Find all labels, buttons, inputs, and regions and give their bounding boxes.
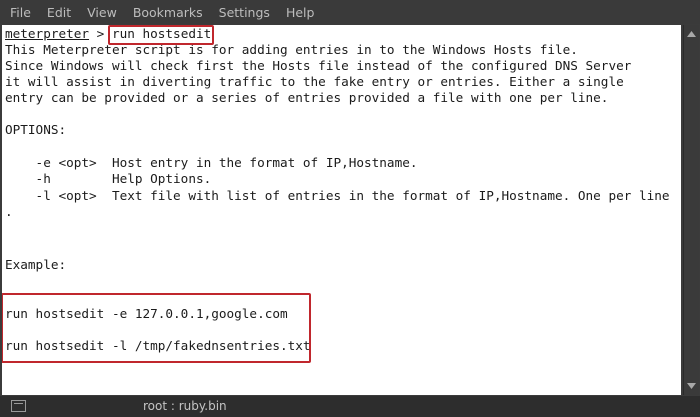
meterpreter-prompt: meterpreter	[5, 26, 90, 41]
session-tab-title[interactable]: root : ruby.bin	[143, 399, 227, 413]
command-highlight-box	[108, 25, 214, 45]
menu-bookmarks[interactable]: Bookmarks	[125, 5, 211, 20]
output-line: This Meterpreter script is for adding en…	[5, 42, 578, 57]
menu-view[interactable]: View	[79, 5, 125, 20]
terminal-output[interactable]: meterpreter > run hostsedit This Meterpr…	[2, 25, 681, 395]
example-highlight-box	[2, 293, 311, 363]
vertical-scrollbar[interactable]	[683, 25, 699, 395]
output-line: .	[5, 204, 13, 219]
output-line: entry can be provided or a series of ent…	[5, 90, 609, 105]
scroll-down-icon[interactable]	[686, 381, 697, 391]
scroll-up-icon[interactable]	[686, 29, 697, 39]
option-l-line: -l <opt> Text file with list of entries …	[5, 188, 670, 203]
option-e-line: -e <opt> Host entry in the format of IP,…	[5, 155, 418, 170]
menu-edit[interactable]: Edit	[39, 5, 79, 20]
example-heading: Example:	[5, 257, 67, 272]
option-h-line: -h Help Options.	[5, 171, 212, 186]
output-line: it will assist in diverting traffic to t…	[5, 74, 624, 89]
menu-settings[interactable]: Settings	[211, 5, 278, 20]
terminal-icon[interactable]	[11, 400, 26, 412]
menu-file[interactable]: File	[0, 5, 39, 20]
output-line: Since Windows will check first the Hosts…	[5, 58, 632, 73]
menu-help[interactable]: Help	[278, 5, 323, 20]
menu-bar: File Edit View Bookmarks Settings Help	[0, 0, 700, 24]
options-heading: OPTIONS:	[5, 122, 67, 137]
tab-bar: root : ruby.bin	[0, 396, 700, 417]
